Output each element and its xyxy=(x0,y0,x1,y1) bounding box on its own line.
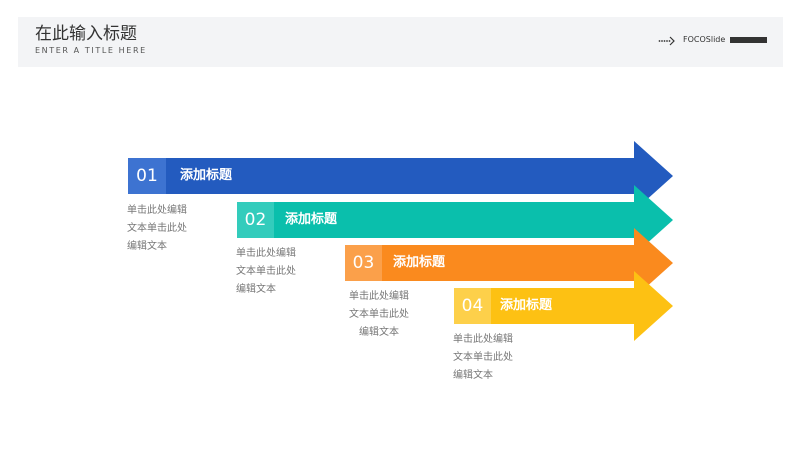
step-number-2: 02 xyxy=(244,210,267,230)
step-title-2: 添加标题 xyxy=(285,212,338,227)
step-number-3: 03 xyxy=(352,253,375,273)
step-number-4: 04 xyxy=(461,296,484,316)
step-title-3: 添加标题 xyxy=(393,255,446,270)
step-desc-3: 单击此处编辑 文本单击此处 编辑文本 xyxy=(349,291,409,338)
step-desc-4: 单击此处编辑 文本单击此处 编辑文本 xyxy=(453,334,513,381)
step-desc-1: 单击此处编辑 文本单击此处 编辑文本 xyxy=(127,205,187,252)
step-title-1: 添加标题 xyxy=(180,168,233,183)
step-desc-2: 单击此处编辑 文本单击此处 编辑文本 xyxy=(236,248,296,295)
step-title-4: 添加标题 xyxy=(500,298,553,313)
step-number-1: 01 xyxy=(136,166,158,186)
arrow-diagram xyxy=(128,141,673,341)
